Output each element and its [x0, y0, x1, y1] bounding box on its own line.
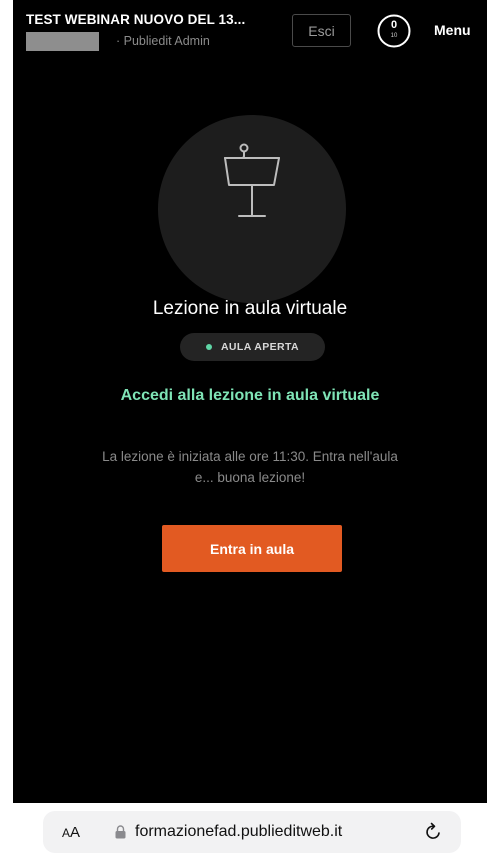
access-lesson-heading: Accedi alla lezione in aula virtuale: [120, 387, 380, 404]
status-dot-icon: [205, 344, 212, 350]
status-label: AULA APERTA: [220, 341, 300, 353]
lectern-icon: [224, 143, 280, 217]
text-size-button[interactable]: AA: [62, 824, 80, 841]
text-size-large-label: A: [70, 824, 81, 841]
menu-button[interactable]: Menu: [434, 22, 471, 38]
lesson-title: Lezione in aula virtuale: [152, 298, 348, 319]
text-size-small-label: A: [62, 826, 71, 840]
exit-button[interactable]: Esci: [292, 14, 351, 47]
address-bar[interactable]: AA formazionefad.publieditweb.it: [43, 811, 461, 853]
url-text: formazionefad.publieditweb.it: [135, 823, 343, 840]
course-title: TEST WEBINAR NUOVO DEL 13...: [26, 12, 246, 27]
status-badge: AULA APERTA: [180, 333, 325, 361]
lock-icon: [115, 825, 126, 839]
reload-icon[interactable]: [423, 822, 443, 842]
header-bar: TEST WEBINAR NUOVO DEL 13... · Publiedit…: [13, 0, 487, 60]
progress-current: 0: [390, 19, 398, 31]
lesson-description: La lezione è iniziata alle ore 11:30. En…: [102, 449, 398, 485]
progress-counter[interactable]: 0 10: [377, 14, 411, 48]
browser-toolbar: AA formazionefad.publieditweb.it: [0, 803, 488, 863]
author-name-redacted: [26, 32, 99, 51]
app-screen: TEST WEBINAR NUOVO DEL 13... · Publiedit…: [13, 0, 487, 803]
author-role: · Publiedit Admin: [116, 34, 210, 48]
progress-total: 10: [390, 33, 398, 39]
enter-classroom-button[interactable]: Entra in aula: [162, 525, 342, 572]
lesson-icon-circle: [158, 115, 346, 303]
